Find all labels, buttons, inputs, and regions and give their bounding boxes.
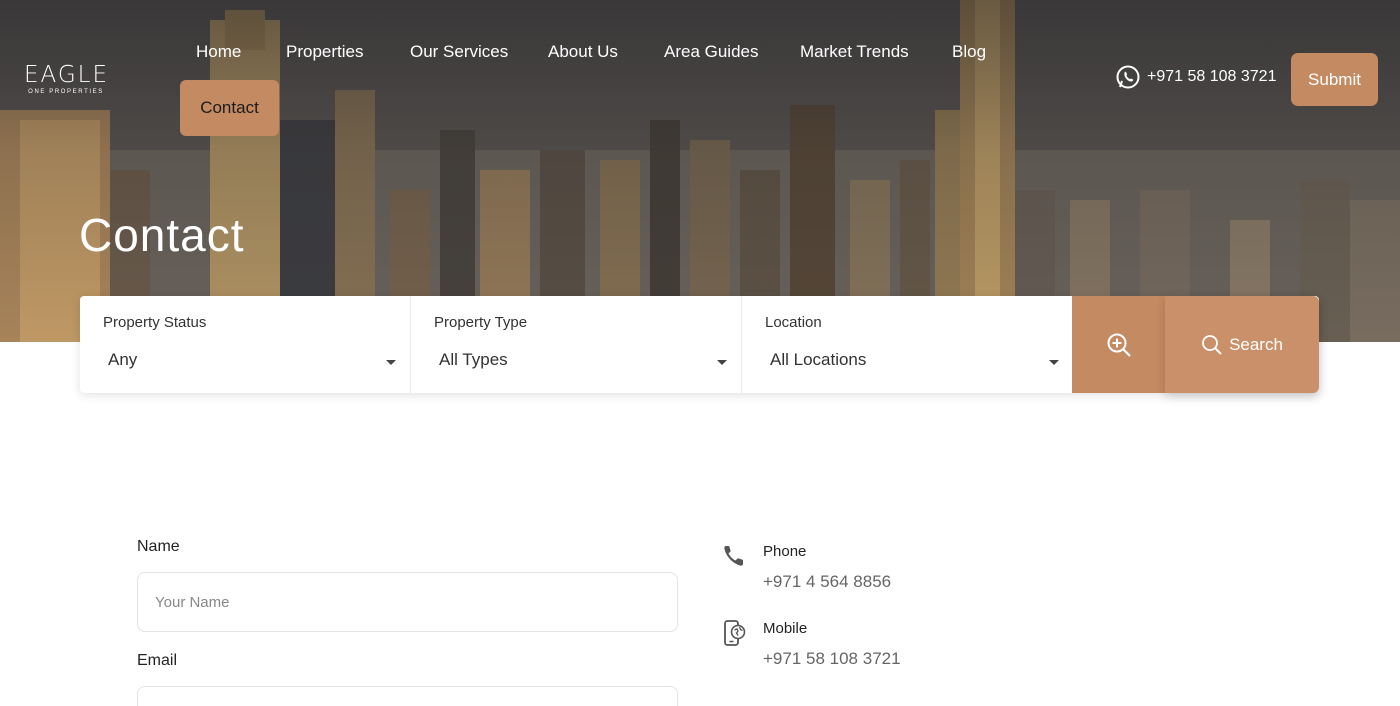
search-button[interactable]: Search xyxy=(1165,296,1319,393)
contact-mobile-value[interactable]: +971 58 108 3721 xyxy=(763,649,901,669)
nav-area-guides[interactable]: Area Guides xyxy=(664,42,759,62)
nav-blog[interactable]: Blog xyxy=(952,42,986,62)
name-input[interactable]: Your Name xyxy=(137,572,678,632)
nav-about-us[interactable]: About Us xyxy=(548,42,618,62)
header-phone-number: +971 58 108 3721 xyxy=(1147,68,1277,85)
phone-icon xyxy=(724,546,743,566)
advanced-search-button[interactable] xyxy=(1072,296,1165,393)
property-type-label: Property Type xyxy=(434,314,528,331)
location-select[interactable]: Location All Locations xyxy=(742,296,1073,393)
property-type-value: All Types xyxy=(439,350,508,369)
mobile-icon xyxy=(724,620,746,646)
contact-phone-title: Phone xyxy=(763,543,807,560)
page-title: Contact xyxy=(79,209,245,261)
chevron-down-icon xyxy=(386,360,396,365)
property-status-value: Any xyxy=(108,350,138,369)
search-button-label: Search xyxy=(1229,334,1283,354)
header-phone[interactable]: +971 58 108 3721 xyxy=(1115,64,1276,90)
property-status-label: Property Status xyxy=(103,314,207,331)
nav-properties[interactable]: Properties xyxy=(286,42,363,62)
location-value: All Locations xyxy=(770,350,867,369)
nav-home[interactable]: Home xyxy=(196,42,241,62)
logo-main: EAGLE xyxy=(24,62,110,88)
whatsapp-icon xyxy=(1116,65,1140,89)
name-label: Name xyxy=(137,538,180,555)
submit-button[interactable]: Submit xyxy=(1291,53,1378,106)
logo-sub: ONE PROPERTIES xyxy=(28,89,104,95)
contact-mobile-title: Mobile xyxy=(763,620,808,637)
nav-our-services[interactable]: Our Services xyxy=(410,42,508,62)
nav-market-trends[interactable]: Market Trends xyxy=(800,42,909,62)
property-status-select[interactable]: Property Status Any xyxy=(80,296,411,393)
nav-contact-button[interactable]: Contact xyxy=(180,80,279,136)
brand-logo[interactable]: EAGLE ONE PROPERTIES xyxy=(24,62,108,95)
property-search-bar: Property Status Any Property Type All Ty… xyxy=(80,296,1319,393)
zoom-in-icon xyxy=(1107,333,1131,357)
email-input[interactable] xyxy=(137,686,678,706)
property-type-select[interactable]: Property Type All Types xyxy=(411,296,742,393)
email-label: Email xyxy=(137,652,178,669)
search-icon xyxy=(1202,334,1222,355)
location-label: Location xyxy=(765,314,822,331)
chevron-down-icon xyxy=(1049,360,1059,365)
chevron-down-icon xyxy=(717,360,727,365)
contact-phone-value[interactable]: +971 4 564 8856 xyxy=(763,572,891,592)
